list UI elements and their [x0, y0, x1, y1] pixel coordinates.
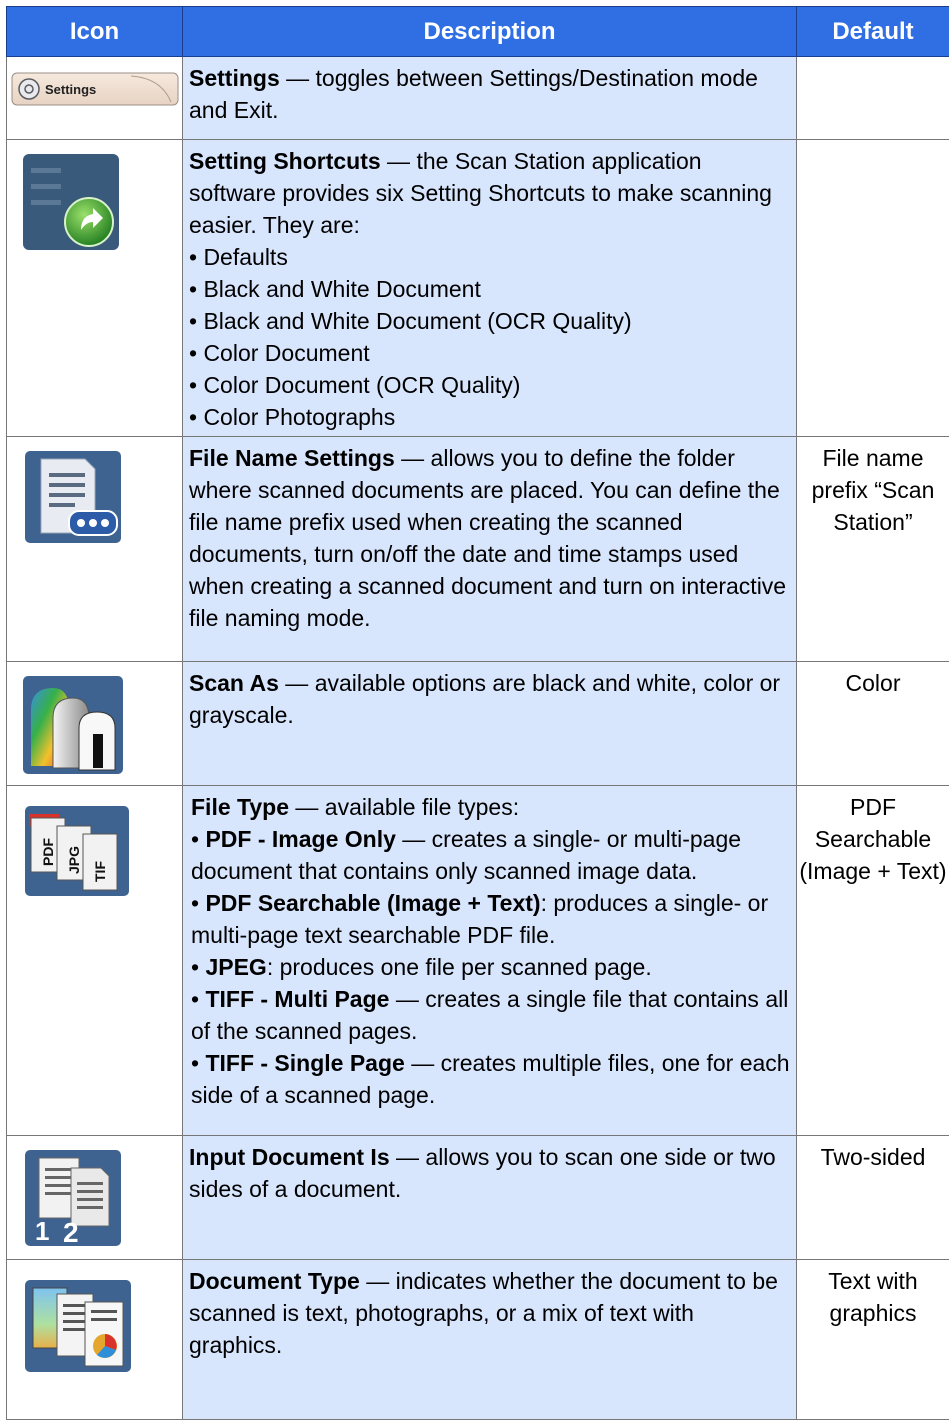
- description-cell: File Name Settings — allows you to defin…: [183, 437, 797, 662]
- icon-cell: PDF JPG TIF: [7, 786, 183, 1136]
- file-type-icon: PDF JPG TIF: [25, 806, 129, 896]
- list-bullet: •: [191, 954, 205, 980]
- list-item: • PDF - Image Only — creates a single- o…: [191, 823, 792, 887]
- row-title: File Name Settings: [189, 445, 395, 471]
- list-item: • Black and White Document (OCR Quality): [189, 305, 792, 337]
- icon-cell: [7, 1260, 183, 1420]
- input-document-is-icon: 1 2: [25, 1150, 121, 1246]
- row-text: — allows you to define the folder where …: [189, 445, 786, 631]
- table-row-file-type: PDF JPG TIF File Type — available file t…: [7, 786, 949, 1136]
- list-item: • PDF Searchable (Image + Text): produce…: [191, 887, 792, 951]
- default-cell: [797, 57, 949, 140]
- row-title: Setting Shortcuts: [189, 148, 381, 174]
- list-bullet: •: [191, 890, 205, 916]
- default-cell: File name prefix “Scan Station”: [797, 437, 949, 662]
- setting-shortcuts-icon: [23, 154, 119, 250]
- header-default: Default: [797, 7, 949, 57]
- row-title: Input Document Is: [189, 1144, 390, 1170]
- table-row-file-name-settings: File Name Settings — allows you to defin…: [7, 437, 949, 662]
- table-row-document-type: Document Type — indicates whether the do…: [7, 1260, 949, 1420]
- description-cell: Scan As — available options are black an…: [183, 662, 797, 786]
- default-cell: Two-sided: [797, 1136, 949, 1260]
- svg-text:Settings: Settings: [45, 82, 96, 97]
- list-item: • Color Document (OCR Quality): [189, 369, 792, 401]
- svg-text:PDF: PDF: [40, 838, 56, 866]
- list-item: • Color Document: [189, 337, 792, 369]
- table-row-input-document-is: 1 2 Input Document Is — allows you to sc…: [7, 1136, 949, 1260]
- icon-cell: [7, 140, 183, 437]
- default-cell: Text with graphics: [797, 1260, 949, 1420]
- header-row: Icon Description Default: [7, 7, 949, 57]
- list-item: • Black and White Document: [189, 273, 792, 305]
- description-cell: Setting Shortcuts — the Scan Station app…: [183, 140, 797, 437]
- svg-text:2: 2: [63, 1217, 79, 1246]
- list-item-title: PDF Searchable (Image + Text): [205, 890, 540, 916]
- svg-text:1: 1: [35, 1216, 49, 1246]
- list-bullet: •: [191, 826, 205, 852]
- header-icon: Icon: [7, 7, 183, 57]
- table-row-setting-shortcuts: Setting Shortcuts — the Scan Station app…: [7, 140, 949, 437]
- list-item: • JPEG: produces one file per scanned pa…: [191, 951, 792, 983]
- list-item-title: JPEG: [205, 954, 266, 980]
- list-bullet: •: [191, 1050, 205, 1076]
- list-item: • TIFF - Multi Page — creates a single f…: [191, 983, 792, 1047]
- description-cell: Document Type — indicates whether the do…: [183, 1260, 797, 1420]
- table-row-settings: Settings Settings — toggles between Sett…: [7, 57, 949, 140]
- icon-cell: 1 2: [7, 1136, 183, 1260]
- svg-text:JPG: JPG: [66, 846, 82, 874]
- default-cell: Color: [797, 662, 949, 786]
- scan-as-icon: [23, 676, 123, 774]
- icon-cell: [7, 437, 183, 662]
- row-title: Document Type: [189, 1268, 360, 1294]
- row-title: Settings: [189, 65, 280, 91]
- list-item-text: : produces one file per scanned page.: [267, 954, 652, 980]
- list-item: • TIFF - Single Page — creates multiple …: [191, 1047, 792, 1111]
- list-item: • Defaults: [189, 241, 792, 273]
- list-item: • Color Photographs: [189, 401, 792, 433]
- row-title: Scan As: [189, 670, 279, 696]
- icon-cell: [7, 662, 183, 786]
- document-type-icon: [25, 1280, 131, 1372]
- default-cell: [797, 140, 949, 437]
- list-item-title: TIFF - Multi Page: [205, 986, 389, 1012]
- description-cell: Input Document Is — allows you to scan o…: [183, 1136, 797, 1260]
- row-title: File Type: [191, 794, 289, 820]
- list-item-title: PDF - Image Only: [205, 826, 395, 852]
- description-cell: File Type — available file types: • PDF …: [183, 786, 797, 1136]
- settings-button-icon: Settings: [11, 72, 179, 106]
- list-item-title: TIFF - Single Page: [205, 1050, 404, 1076]
- default-cell: PDF Searchable (Image + Text): [797, 786, 949, 1136]
- svg-text:TIF: TIF: [92, 861, 108, 882]
- list-bullet: •: [191, 986, 205, 1012]
- description-cell: Settings — toggles between Settings/Dest…: [183, 57, 797, 140]
- table-row-scan-as: Scan As — available options are black an…: [7, 662, 949, 786]
- row-text: — available file types:: [289, 794, 519, 820]
- file-name-settings-icon: [25, 451, 121, 543]
- icon-cell: Settings: [7, 57, 183, 140]
- settings-table: Icon Description Default Settings: [6, 6, 949, 1420]
- header-description: Description: [183, 7, 797, 57]
